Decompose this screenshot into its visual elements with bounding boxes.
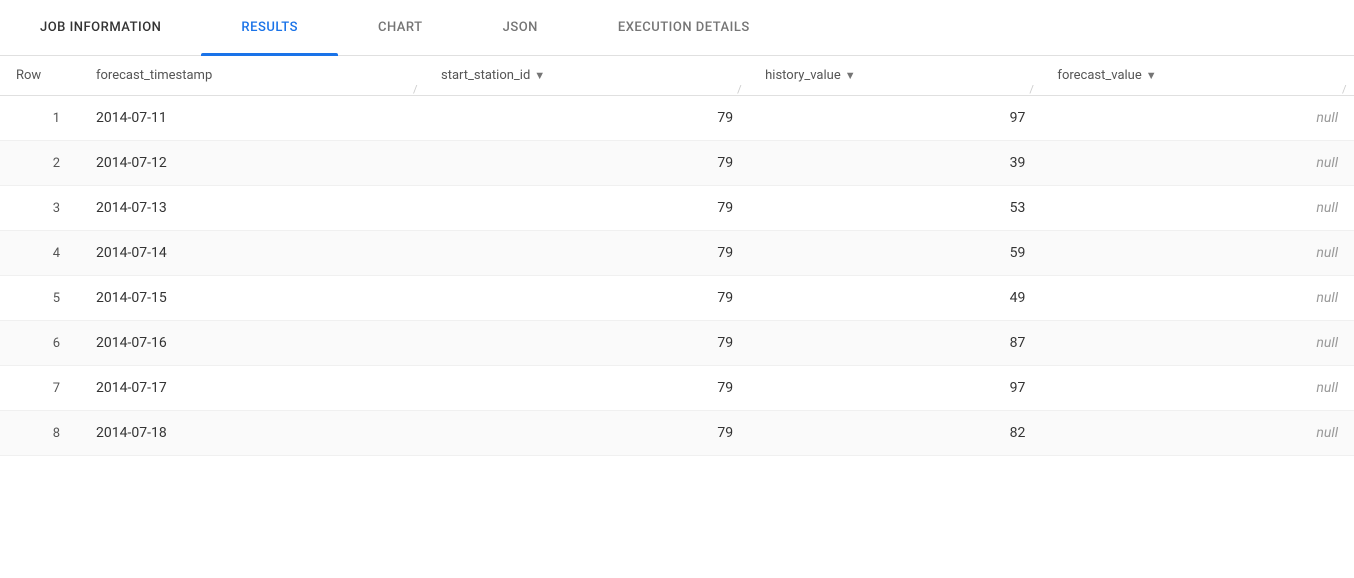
col-label-forecast_value: forecast_value [1057, 68, 1141, 83]
cell-start_station_id-2: 79 [425, 141, 749, 186]
resize-handle-forecast_timestamp[interactable]: / [413, 83, 421, 91]
cell-row-7: 7 [0, 366, 80, 411]
table-row[interactable]: 42014-07-147959null [0, 231, 1354, 276]
table-header-row: Row forecast_timestamp / start_station_id ▼ /… [0, 56, 1354, 96]
tab-bar: JOB INFORMATIONRESULTSCHARTJSONEXECUTION… [0, 0, 1354, 56]
table-row[interactable]: 52014-07-157949null [0, 276, 1354, 321]
table-row[interactable]: 62014-07-167987null [0, 321, 1354, 366]
cell-history_value-6: 87 [749, 321, 1041, 366]
results-table: Row forecast_timestamp / start_station_id ▼ /… [0, 56, 1354, 456]
cell-start_station_id-8: 79 [425, 411, 749, 456]
cell-forecast_value-2: null [1041, 141, 1354, 186]
cell-forecast_timestamp-4: 2014-07-14 [80, 231, 425, 276]
cell-history_value-1: 97 [749, 96, 1041, 141]
tab-results[interactable]: RESULTS [201, 0, 338, 55]
cell-forecast_timestamp-5: 2014-07-15 [80, 276, 425, 321]
cell-start_station_id-5: 79 [425, 276, 749, 321]
table-body: 12014-07-117997null22014-07-127939null32… [0, 96, 1354, 456]
cell-forecast_value-8: null [1041, 411, 1354, 456]
tab-execution-details[interactable]: EXECUTION DETAILS [578, 0, 790, 55]
resize-handle-history_value[interactable]: / [1029, 83, 1037, 91]
cell-forecast_value-6: null [1041, 321, 1354, 366]
col-header-row: Row [0, 56, 80, 96]
col-label-history_value: history_value [765, 68, 841, 83]
table-row[interactable]: 22014-07-127939null [0, 141, 1354, 186]
cell-start_station_id-3: 79 [425, 186, 749, 231]
cell-history_value-5: 49 [749, 276, 1041, 321]
tab-chart[interactable]: CHART [338, 0, 463, 55]
cell-row-1: 1 [0, 96, 80, 141]
table-row[interactable]: 12014-07-117997null [0, 96, 1354, 141]
col-label-start_station_id: start_station_id [441, 68, 530, 83]
cell-history_value-4: 59 [749, 231, 1041, 276]
cell-forecast_timestamp-2: 2014-07-12 [80, 141, 425, 186]
col-header-history_value[interactable]: history_value ▼ / [749, 56, 1041, 96]
cell-history_value-2: 39 [749, 141, 1041, 186]
cell-forecast_value-5: null [1041, 276, 1354, 321]
cell-row-3: 3 [0, 186, 80, 231]
col-label-forecast_timestamp: forecast_timestamp [96, 68, 212, 83]
table-row[interactable]: 32014-07-137953null [0, 186, 1354, 231]
cell-history_value-3: 53 [749, 186, 1041, 231]
cell-forecast_timestamp-8: 2014-07-18 [80, 411, 425, 456]
resize-handle-start_station_id[interactable]: / [737, 83, 745, 91]
filter-icon-forecast_value[interactable]: ▼ [1146, 69, 1160, 83]
resize-handle-forecast_value[interactable]: / [1342, 83, 1350, 91]
tab-job-information[interactable]: JOB INFORMATION [0, 0, 201, 55]
cell-row-6: 6 [0, 321, 80, 366]
col-header-start_station_id[interactable]: start_station_id ▼ / [425, 56, 749, 96]
cell-row-8: 8 [0, 411, 80, 456]
cell-forecast_value-1: null [1041, 96, 1354, 141]
cell-history_value-8: 82 [749, 411, 1041, 456]
col-header-forecast_value[interactable]: forecast_value ▼ / [1041, 56, 1354, 96]
cell-row-5: 5 [0, 276, 80, 321]
cell-forecast_timestamp-1: 2014-07-11 [80, 96, 425, 141]
results-table-container: Row forecast_timestamp / start_station_id ▼ /… [0, 56, 1354, 456]
filter-icon-history_value[interactable]: ▼ [845, 69, 859, 83]
tab-json[interactable]: JSON [463, 0, 578, 55]
cell-forecast_timestamp-3: 2014-07-13 [80, 186, 425, 231]
col-header-forecast_timestamp: forecast_timestamp / [80, 56, 425, 96]
cell-history_value-7: 97 [749, 366, 1041, 411]
cell-row-4: 4 [0, 231, 80, 276]
cell-start_station_id-6: 79 [425, 321, 749, 366]
cell-forecast_value-7: null [1041, 366, 1354, 411]
cell-start_station_id-7: 79 [425, 366, 749, 411]
cell-forecast_timestamp-6: 2014-07-16 [80, 321, 425, 366]
cell-row-2: 2 [0, 141, 80, 186]
filter-icon-start_station_id[interactable]: ▼ [534, 69, 548, 83]
cell-forecast_value-3: null [1041, 186, 1354, 231]
table-row[interactable]: 82014-07-187982null [0, 411, 1354, 456]
cell-forecast_value-4: null [1041, 231, 1354, 276]
table-row[interactable]: 72014-07-177997null [0, 366, 1354, 411]
cell-start_station_id-1: 79 [425, 96, 749, 141]
cell-forecast_timestamp-7: 2014-07-17 [80, 366, 425, 411]
cell-start_station_id-4: 79 [425, 231, 749, 276]
